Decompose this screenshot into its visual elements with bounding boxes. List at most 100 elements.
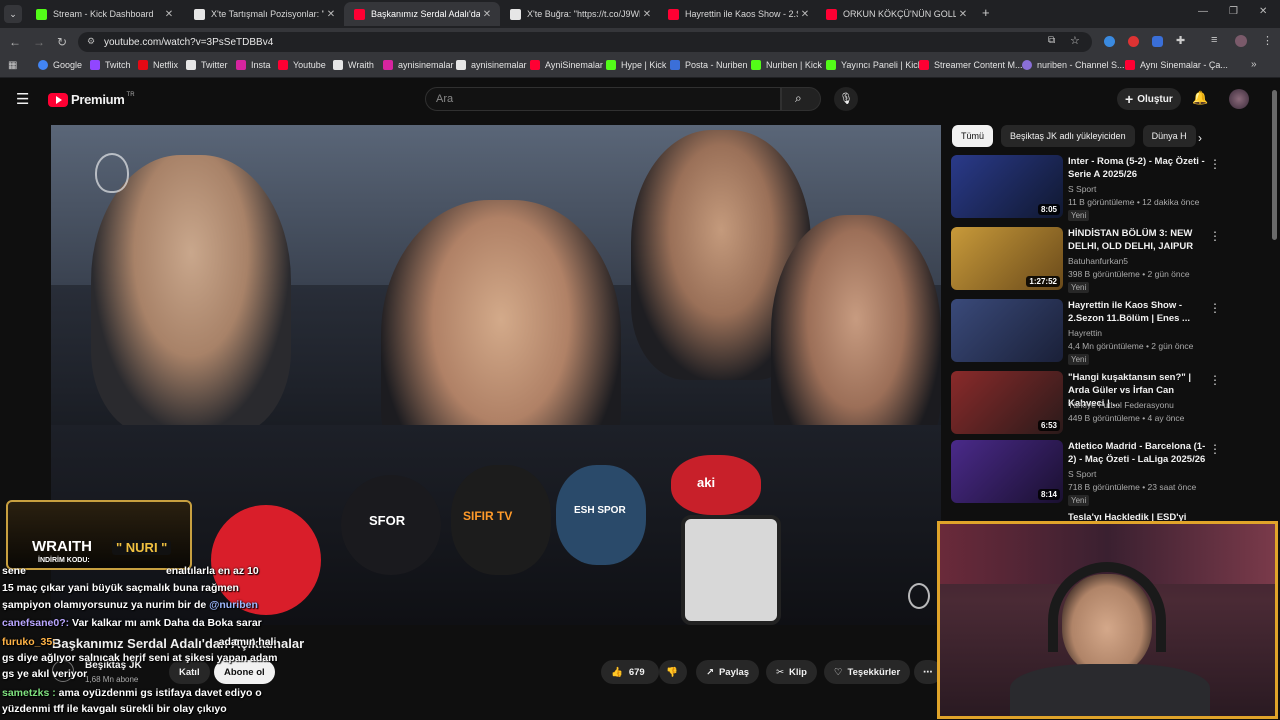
bookmark[interactable]: Hype | Kick <box>606 60 666 70</box>
minimize-icon[interactable]: — <box>1198 6 1208 17</box>
new-tab-button[interactable]: + <box>982 5 990 20</box>
bookmark[interactable]: Aynı Sinemalar - Ça... <box>1125 60 1228 70</box>
bookmark[interactable]: Google <box>38 60 82 70</box>
bookmark[interactable]: Twitch <box>90 60 131 70</box>
voice-search-button[interactable]: 🎙 <box>834 87 858 111</box>
close-icon[interactable]: ✕ <box>480 9 494 20</box>
maximize-icon[interactable]: ❐ <box>1229 6 1238 17</box>
close-icon[interactable]: ✕ <box>162 9 176 20</box>
chat-message: şampiyon olamıyorsunuz ya nurim bir de @… <box>2 599 258 611</box>
bookmark[interactable]: Streamer Content M... <box>919 60 1023 70</box>
hamburger-menu-icon[interactable]: ☰ <box>16 90 29 108</box>
recommended-video[interactable]: Hayrettin ile Kaos Show - 2.Sezon 11.Böl… <box>951 299 1221 365</box>
extension-icon[interactable] <box>1128 36 1139 47</box>
close-icon[interactable]: ✕ <box>956 9 970 20</box>
bookmark[interactable]: aynisinemalar <box>456 60 527 70</box>
bookmark-star-icon[interactable]: ☆ <box>1070 34 1080 47</box>
bookmark[interactable]: Wraith <box>333 60 374 70</box>
close-window-icon[interactable]: ✕ <box>1259 6 1267 17</box>
close-icon[interactable]: ✕ <box>640 9 654 20</box>
bookmark[interactable]: Yayıncı Paneli | Kick <box>826 60 922 70</box>
recommended-video[interactable]: 8:05 Inter - Roma (5-2) - Maç Özeti - Se… <box>951 155 1221 221</box>
bookmark[interactable]: Netflix <box>138 60 178 70</box>
microphone: SFOR <box>341 475 441 575</box>
scrollbar[interactable] <box>1272 90 1277 240</box>
profile-avatar[interactable] <box>1235 35 1247 47</box>
tab-search-button[interactable]: ⌄ <box>4 5 22 23</box>
share-button[interactable]: ↗ Paylaş <box>696 660 760 684</box>
apps-grid-icon[interactable]: ▦ <box>8 60 17 71</box>
bookmark[interactable]: Posta - Nuriben <box>670 60 748 70</box>
url-text: youtube.com/watch?v=3PsSeTDBBv4 <box>104 36 274 48</box>
video-thumbnail[interactable]: 8:05 <box>951 155 1063 218</box>
address-bar[interactable]: ⚙ youtube.com/watch?v=3PsSeTDBBv4 ⧉ ☆ <box>78 32 1092 52</box>
video-thumbnail[interactable] <box>951 299 1063 362</box>
browser-menu-icon[interactable]: ⋮ <box>1262 34 1273 47</box>
microphone-icon: 🎙 <box>839 93 853 105</box>
video-thumbnail[interactable]: 8:14 <box>951 440 1063 503</box>
more-actions-icon[interactable]: ⋮ <box>1209 442 1221 456</box>
browser-tab[interactable]: X'te Tartışmalı Pozisyonlar: "FB ✕ <box>184 2 344 26</box>
bookmark[interactable]: Insta <box>236 60 271 70</box>
browser-tab[interactable]: X'te Buğra: "https://t.co/J9WM ✕ <box>500 2 660 26</box>
account-avatar[interactable] <box>1229 89 1249 109</box>
channel-icon <box>1022 60 1032 70</box>
video-thumbnail[interactable]: 1:27:52 <box>951 227 1063 290</box>
netflix-icon <box>138 60 148 70</box>
dislike-button[interactable]: 👎 <box>659 660 687 684</box>
recommended-video[interactable]: 6:53 "Hangi kuşaktansın sen?" | Arda Gül… <box>951 371 1221 437</box>
recommended-video[interactable]: 8:14 Atletico Madrid - Barcelona (1-2) -… <box>951 440 1221 506</box>
back-icon[interactable]: ← <box>9 35 21 49</box>
browser-tab-active[interactable]: Başkanımız Serdal Adalı'dan Aç✕ <box>344 2 500 26</box>
webcam-body <box>1010 664 1210 716</box>
bookmark[interactable]: Twitter <box>186 60 228 70</box>
media-control-icon[interactable]: ≡ <box>1211 34 1217 46</box>
youtube-logo[interactable]: Premium TR <box>48 92 135 107</box>
notifications-bell-icon[interactable]: 🔔 <box>1192 90 1208 106</box>
more-actions-icon[interactable]: ⋮ <box>1209 373 1221 387</box>
video-thumbnail[interactable]: 6:53 <box>951 371 1063 434</box>
bookmarks-overflow-icon[interactable]: » <box>1251 59 1257 70</box>
bookmark[interactable]: aynisinemalar <box>383 60 454 70</box>
install-icon[interactable]: ⧉ <box>1048 35 1055 46</box>
close-icon[interactable]: ✕ <box>798 9 812 20</box>
bookmark[interactable]: Youtube <box>278 60 326 70</box>
forward-icon[interactable]: → <box>33 35 45 49</box>
more-actions-icon[interactable]: ⋮ <box>1209 301 1221 315</box>
mail-icon <box>670 60 680 70</box>
chat-message: furuko_35: adamın hali <box>2 636 277 648</box>
site-info-icon[interactable]: ⚙ <box>87 36 95 47</box>
thumbs-down-icon: 👎 <box>666 666 678 678</box>
instagram-icon <box>383 60 393 70</box>
browser-tab[interactable]: Hayrettin ile Kaos Show - 2.Sez✕ <box>658 2 818 26</box>
search-input[interactable]: Ara <box>425 87 781 111</box>
tab-favicon <box>510 8 521 20</box>
chip-world[interactable]: Dünya H <box>1142 125 1196 147</box>
like-button[interactable]: 👍 679 <box>601 660 659 684</box>
browser-tab-strip: ⌄ Stream - Kick Dashboard ✕ X'te Tartışma… <box>0 0 1280 28</box>
browser-tab[interactable]: Stream - Kick Dashboard ✕ <box>26 2 182 26</box>
chips-next-arrow-icon[interactable]: › <box>1198 131 1202 145</box>
extension-icon[interactable] <box>1152 36 1163 47</box>
reload-icon[interactable]: ↻ <box>57 35 67 49</box>
extensions-puzzle-icon[interactable]: ✚ <box>1176 34 1185 47</box>
close-icon[interactable]: ✕ <box>324 9 338 20</box>
extension-icon[interactable] <box>1104 36 1115 47</box>
more-actions-icon[interactable]: ⋮ <box>1209 157 1221 171</box>
bookmarks-bar: ▦ Google Twitch Netflix Twitter Insta Yo… <box>0 56 1280 78</box>
chip-all[interactable]: Tümü <box>952 125 994 147</box>
bookmark[interactable]: AyniSinemalar <box>530 60 603 70</box>
create-button[interactable]: + Oluştur <box>1117 88 1181 110</box>
recommended-video[interactable]: 1:27:52 HİNDİSTAN BÖLÜM 3: NEW DELHI, OL… <box>951 227 1221 293</box>
clip-button[interactable]: ✂ Klip <box>766 660 817 684</box>
bookmark[interactable]: nuriben - Channel S... <box>1022 60 1125 70</box>
more-actions-icon[interactable]: ⋮ <box>1209 229 1221 243</box>
thanks-button[interactable]: ♡ Teşekkürler <box>824 660 911 684</box>
browser-tab[interactable]: ORKUN KÖKÇÜ'NÜN GOLLERİ✕ <box>816 2 976 26</box>
youtube-play-icon <box>48 92 68 107</box>
bookmark[interactable]: Nuriben | Kick <box>751 60 822 70</box>
chip-uploader[interactable]: Beşiktaş JK adlı yükleyiciden <box>1001 125 1135 147</box>
share-icon: ↗ <box>706 666 714 678</box>
chat-message: yüzdenmi tff ile kavgalı sürekli bir ola… <box>2 703 227 715</box>
search-button[interactable]: ⌕ <box>781 87 821 111</box>
